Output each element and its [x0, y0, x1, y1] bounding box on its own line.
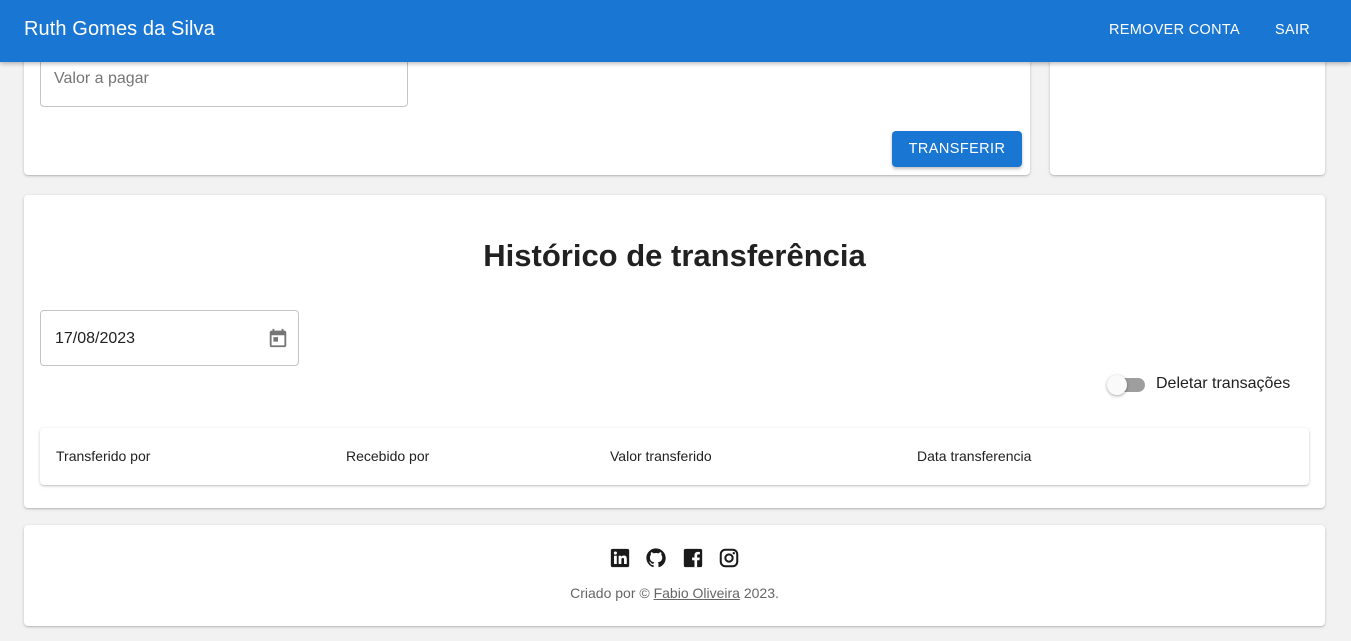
app-bar: Ruth Gomes da Silva REMOVER CONTA SAIR: [0, 0, 1351, 62]
facebook-icon[interactable]: [682, 547, 704, 569]
amount-placeholder: Valor a pagar: [54, 70, 149, 87]
history-card: Histórico de transferência 17/08/2023 De…: [24, 195, 1325, 508]
github-icon[interactable]: [645, 547, 667, 569]
column-header-receiver: Recebido por: [346, 448, 430, 464]
social-links: [24, 547, 1325, 571]
history-table-header: Transferido por Recebido por Valor trans…: [40, 428, 1309, 485]
credit-prefix: Criado por ©: [570, 585, 650, 601]
toggle-thumb: [1107, 375, 1127, 395]
transfer-button[interactable]: TRANSFERIR: [892, 131, 1022, 167]
date-picker-input[interactable]: 17/08/2023: [40, 310, 299, 366]
column-header-date: Data transferencia: [917, 448, 1032, 464]
instagram-icon[interactable]: [718, 547, 740, 569]
remove-account-button[interactable]: REMOVER CONTA: [1109, 22, 1240, 38]
column-header-sender: Transferido por: [56, 448, 151, 464]
footer-credits: Criado por © Fabio Oliveira 2023.: [24, 585, 1325, 601]
column-header-amount: Valor transferido: [610, 448, 712, 464]
delete-transactions-toggle[interactable]: [1107, 375, 1147, 395]
author-link[interactable]: Fabio Oliveira: [654, 585, 740, 601]
date-value: 17/08/2023: [55, 330, 136, 347]
user-name-title: Ruth Gomes da Silva: [24, 18, 215, 40]
delete-transactions-label: Deletar transações: [1156, 375, 1291, 392]
linkedin-icon[interactable]: [609, 547, 631, 569]
credit-year: 2023.: [743, 585, 779, 601]
calendar-icon[interactable]: [267, 327, 289, 349]
history-title: Histórico de transferência: [483, 238, 866, 273]
logout-button[interactable]: SAIR: [1275, 22, 1310, 38]
footer-card: Criado por © Fabio Oliveira 2023.: [24, 525, 1325, 626]
